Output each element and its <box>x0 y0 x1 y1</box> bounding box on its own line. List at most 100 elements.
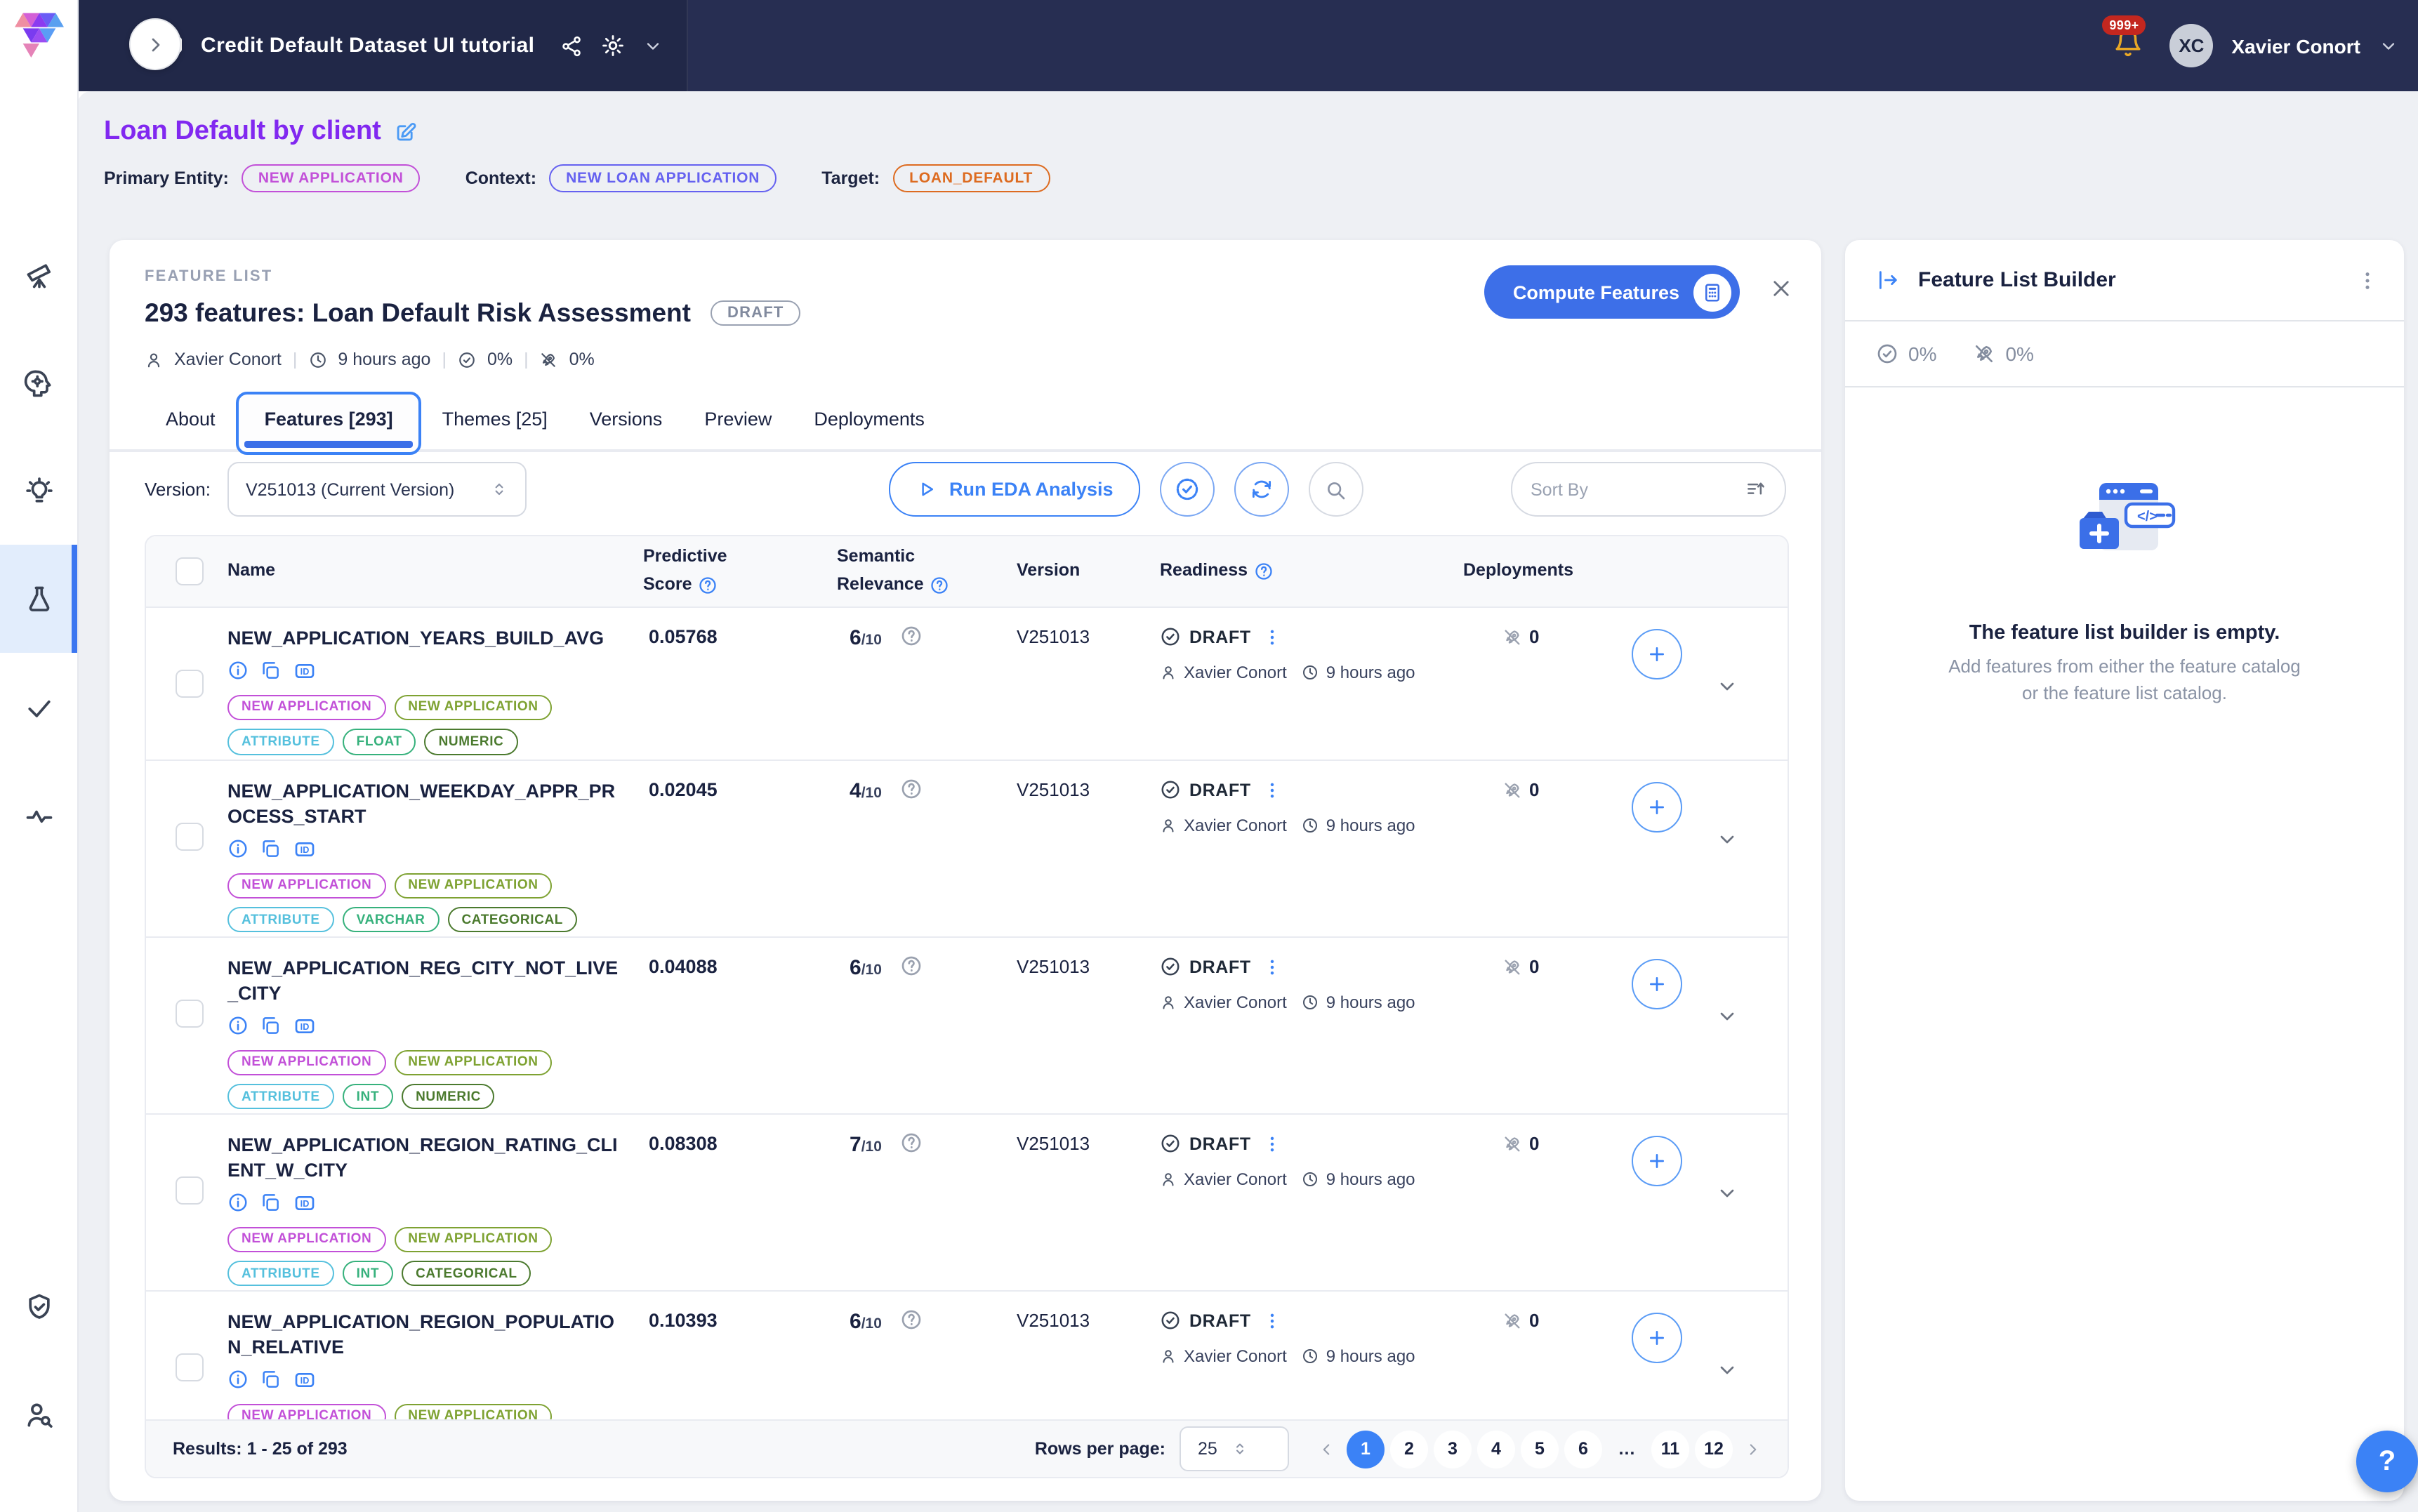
primary-entity-badge[interactable]: NEW APPLICATION <box>242 164 421 192</box>
copy-icon[interactable] <box>260 1369 281 1390</box>
sidebar-item-approvals[interactable] <box>0 653 77 761</box>
page-button-4[interactable]: 4 <box>1477 1430 1515 1468</box>
share-icon[interactable] <box>560 34 582 57</box>
refresh-button[interactable] <box>1234 462 1289 517</box>
add-to-builder-button[interactable] <box>1632 1136 1682 1186</box>
tab-features-293[interactable]: Features [293] <box>237 392 421 455</box>
row-checkbox[interactable] <box>176 1176 204 1205</box>
sidebar-item-ai[interactable] <box>0 329 77 437</box>
context-badge[interactable]: NEW LOAN APPLICATION <box>549 164 777 192</box>
semantic-question-icon[interactable] <box>900 625 923 647</box>
add-to-builder-button[interactable] <box>1632 782 1682 833</box>
sidebar-item-governance[interactable] <box>0 1252 77 1360</box>
page-button-3[interactable]: 3 <box>1434 1430 1472 1468</box>
predictive-help-icon[interactable] <box>698 576 718 595</box>
tab-preview[interactable]: Preview <box>683 394 793 452</box>
page-button-11[interactable]: 11 <box>1651 1430 1689 1468</box>
sort-by-input[interactable]: Sort By <box>1511 462 1786 517</box>
table-row[interactable]: NEW_APPLICATION_WEEKDAY_APPR_PROCESS_STA… <box>146 761 1788 938</box>
info-icon[interactable] <box>227 838 249 859</box>
edit-pencil-icon[interactable] <box>394 120 418 144</box>
sidebar-item-insights[interactable] <box>0 437 77 545</box>
row-checkbox[interactable] <box>176 1353 204 1381</box>
id-badge-icon[interactable] <box>292 837 317 860</box>
user-menu[interactable]: 999+ XC Xavier Conort <box>2113 0 2398 91</box>
copy-icon[interactable] <box>260 661 281 682</box>
copy-icon[interactable] <box>260 1192 281 1213</box>
semantic-question-icon[interactable] <box>900 1308 923 1331</box>
semantic-question-icon[interactable] <box>900 1132 923 1154</box>
copy-icon[interactable] <box>260 838 281 859</box>
search-button[interactable] <box>1309 462 1363 517</box>
row-checkbox[interactable] <box>176 823 204 851</box>
add-to-builder-button[interactable] <box>1632 629 1682 679</box>
tab-themes-25[interactable]: Themes [25] <box>421 394 569 452</box>
table-row[interactable]: NEW_APPLICATION_REG_CITY_NOT_LIVE_CITY N… <box>146 938 1788 1115</box>
tab-deployments[interactable]: Deployments <box>793 394 946 452</box>
semantic-question-icon[interactable] <box>900 955 923 977</box>
table-row[interactable]: NEW_APPLICATION_REGION_POPULATION_RELATI… <box>146 1292 1788 1419</box>
tab-about[interactable]: About <box>145 394 237 452</box>
semantic-question-icon[interactable] <box>900 778 923 800</box>
row-menu-icon[interactable] <box>1262 1311 1282 1330</box>
expand-row-icon[interactable] <box>1716 1182 1738 1205</box>
expand-row-icon[interactable] <box>1716 1359 1738 1381</box>
gear-icon[interactable] <box>600 34 624 58</box>
sidebar-item-user-search[interactable] <box>0 1360 77 1468</box>
project-chevron-down-icon[interactable] <box>642 36 662 55</box>
column-header-name[interactable]: Name <box>227 560 643 582</box>
id-badge-icon[interactable] <box>292 1191 317 1214</box>
page-button-1[interactable]: 1 <box>1347 1430 1385 1468</box>
table-row[interactable]: NEW_APPLICATION_YEARS_BUILD_AVG NEW APPL… <box>146 608 1788 761</box>
featurebyte-logo[interactable] <box>11 8 67 65</box>
expand-row-icon[interactable] <box>1716 828 1738 851</box>
column-header-predictive-score[interactable]: Predictive Score <box>643 547 798 597</box>
sidebar-item-explore[interactable] <box>0 220 77 329</box>
expand-row-icon[interactable] <box>1716 675 1738 698</box>
row-menu-icon[interactable] <box>1262 1134 1282 1153</box>
validate-button[interactable] <box>1160 462 1215 517</box>
info-icon[interactable] <box>227 1369 249 1390</box>
row-menu-icon[interactable] <box>1262 627 1282 646</box>
table-row[interactable]: NEW_APPLICATION_REGION_RATING_CLIENT_W_C… <box>146 1115 1788 1292</box>
sidebar-collapse-button[interactable] <box>129 18 181 70</box>
column-header-version[interactable]: Version <box>1017 560 1160 582</box>
compute-features-button[interactable]: Compute Features <box>1485 265 1740 319</box>
next-page-icon[interactable] <box>1738 1440 1768 1458</box>
builder-menu-icon[interactable] <box>2356 269 2379 291</box>
page-button-6[interactable]: 6 <box>1564 1430 1602 1468</box>
page-button-5[interactable]: 5 <box>1521 1430 1559 1468</box>
info-icon[interactable] <box>227 661 249 682</box>
page-button-12[interactable]: 12 <box>1695 1430 1733 1468</box>
id-badge-icon[interactable] <box>292 1368 317 1391</box>
row-menu-icon[interactable] <box>1262 780 1282 800</box>
readiness-help-icon[interactable] <box>1253 562 1273 581</box>
select-all-checkbox[interactable] <box>176 557 204 585</box>
page-button-2[interactable]: 2 <box>1390 1430 1428 1468</box>
column-header-semantic-relevance[interactable]: Semantic Relevance <box>837 547 991 597</box>
rows-per-page-select[interactable]: 25 <box>1180 1426 1289 1471</box>
semantic-help-icon[interactable] <box>930 576 949 595</box>
sidebar-item-experiments[interactable] <box>0 545 77 653</box>
column-header-deployments[interactable]: Deployments <box>1463 560 1632 582</box>
column-header-readiness[interactable]: Readiness <box>1160 560 1463 582</box>
help-button[interactable]: ? <box>2356 1431 2418 1492</box>
row-checkbox[interactable] <box>176 1000 204 1028</box>
copy-icon[interactable] <box>260 1015 281 1036</box>
add-to-builder-button[interactable] <box>1632 959 1682 1009</box>
add-to-builder-button[interactable] <box>1632 1313 1682 1363</box>
tab-versions[interactable]: Versions <box>569 394 684 452</box>
expand-row-icon[interactable] <box>1716 1005 1738 1028</box>
close-icon[interactable] <box>1769 277 1793 300</box>
version-select[interactable]: V251013 (Current Version) <box>227 462 527 517</box>
sidebar-item-monitoring[interactable] <box>0 761 77 869</box>
run-eda-button[interactable]: Run EDA Analysis <box>889 462 1140 517</box>
row-checkbox[interactable] <box>176 670 204 698</box>
info-icon[interactable] <box>227 1015 249 1036</box>
notifications-bell-icon[interactable]: 999+ <box>2113 27 2143 64</box>
target-badge[interactable]: LOAN_DEFAULT <box>892 164 1050 192</box>
prev-page-icon[interactable] <box>1312 1440 1341 1458</box>
row-menu-icon[interactable] <box>1262 957 1282 976</box>
info-icon[interactable] <box>227 1192 249 1213</box>
id-badge-icon[interactable] <box>292 660 317 682</box>
